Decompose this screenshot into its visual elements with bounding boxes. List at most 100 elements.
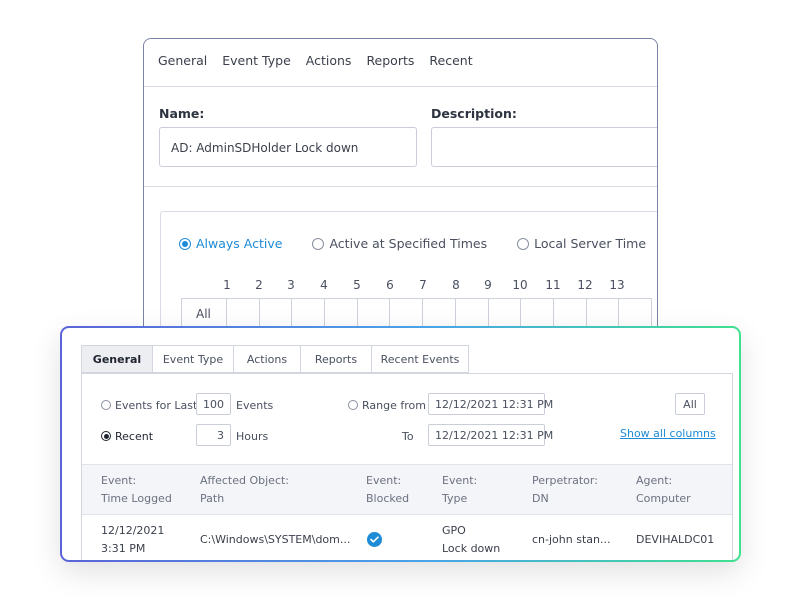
description-input[interactable] bbox=[431, 127, 657, 167]
recent-hours-input[interactable]: 3 bbox=[196, 424, 231, 446]
hour-cell[interactable] bbox=[356, 299, 390, 329]
events-unit-label: Events bbox=[236, 399, 274, 412]
range-to-input[interactable]: 12/12/2021 12:31 PM bbox=[428, 424, 553, 446]
schedule-box: Always Active Active at Specified Times … bbox=[160, 211, 657, 337]
hour-label: 2 bbox=[255, 278, 263, 292]
column-header-line: Blocked bbox=[366, 492, 410, 505]
radio-local-server-time[interactable]: Local Server Time bbox=[517, 236, 646, 251]
cell-line: 3:31 PM bbox=[101, 542, 146, 555]
column-header-computer[interactable]: Agent: Computer bbox=[636, 472, 691, 508]
front-tab-actions[interactable]: Actions bbox=[234, 345, 301, 373]
cell-line: GPO bbox=[442, 524, 466, 537]
hour-cell[interactable] bbox=[258, 299, 292, 329]
hour-cell[interactable] bbox=[389, 299, 422, 329]
column-header-line: Time Logged bbox=[101, 492, 172, 505]
cell-perpetrator: cn-john stan... bbox=[532, 533, 611, 546]
to-label: To bbox=[402, 430, 414, 443]
radio-empty-icon bbox=[348, 400, 358, 410]
front-tab-reports[interactable]: Reports bbox=[301, 345, 372, 373]
column-header-line: Perpetrator: bbox=[532, 474, 598, 487]
show-all-columns-link[interactable]: Show all columns bbox=[620, 427, 716, 440]
all-button[interactable]: All bbox=[675, 393, 705, 415]
cell-path: C:\Windows\SYSTEM\dom... bbox=[200, 533, 351, 546]
cell-event-type: GPO Lock down bbox=[442, 522, 500, 558]
column-header-path[interactable]: Affected Object: Path bbox=[200, 472, 289, 508]
hour-label: 12 bbox=[577, 278, 593, 292]
column-header-blocked[interactable]: Event: Blocked bbox=[366, 472, 409, 508]
back-tab-actions[interactable]: Actions bbox=[306, 53, 352, 68]
hour-label: 1 bbox=[223, 278, 231, 292]
column-header-line: DN bbox=[532, 492, 549, 505]
events-count-input[interactable]: 100 bbox=[196, 393, 231, 415]
back-tab-event-type[interactable]: Event Type bbox=[222, 53, 291, 68]
column-header-line: Event: bbox=[101, 474, 137, 487]
hour-label: 7 bbox=[419, 278, 427, 292]
column-header-perpetrator[interactable]: Perpetrator: DN bbox=[532, 472, 598, 508]
hour-label: 4 bbox=[320, 278, 328, 292]
back-tab-divider bbox=[144, 86, 657, 87]
hour-cell[interactable] bbox=[618, 299, 651, 329]
radio-always-active[interactable]: Always Active bbox=[179, 236, 282, 251]
column-header-time[interactable]: Event: Time Logged bbox=[101, 472, 172, 508]
hour-cell[interactable] bbox=[422, 299, 455, 329]
radio-empty-icon bbox=[312, 237, 325, 250]
back-tab-bar: General Event Type Actions Reports Recen… bbox=[158, 53, 473, 68]
column-header-line: Computer bbox=[636, 492, 691, 505]
range-from-label: Range from bbox=[362, 399, 426, 412]
hours-unit-label: Hours bbox=[236, 430, 269, 443]
hour-label: 3 bbox=[287, 278, 295, 292]
front-panel-body: Events for Last 100 Events Range from 12… bbox=[81, 373, 733, 560]
front-tab-general[interactable]: General bbox=[81, 345, 153, 373]
hour-label: 5 bbox=[353, 278, 361, 292]
cell-line: Lock down bbox=[442, 542, 501, 555]
cell-computer: DEVIHALDC01 bbox=[636, 533, 715, 546]
hour-label: 8 bbox=[452, 278, 460, 292]
column-header-line: Event: bbox=[442, 474, 478, 487]
radio-empty-icon bbox=[101, 400, 111, 410]
radio-selected-icon bbox=[179, 237, 191, 250]
radio-specified-times[interactable]: Active at Specified Times bbox=[312, 236, 487, 251]
recent-label: Recent bbox=[115, 430, 154, 443]
radio-specified-times-label: Active at Specified Times bbox=[329, 236, 488, 251]
hour-cell[interactable] bbox=[324, 299, 357, 329]
cell-line: 12/12/2021 bbox=[101, 524, 165, 537]
hour-cell[interactable] bbox=[454, 299, 488, 329]
range-from-radio[interactable]: Range from bbox=[348, 399, 426, 412]
hour-all-cell[interactable]: All bbox=[182, 299, 226, 329]
back-tab-reports[interactable]: Reports bbox=[366, 53, 414, 68]
hour-cell[interactable] bbox=[520, 299, 553, 329]
radio-selected-icon bbox=[101, 431, 111, 441]
radio-local-server-time-label: Local Server Time bbox=[534, 236, 647, 251]
front-tab-event-type[interactable]: Event Type bbox=[153, 345, 234, 373]
column-header-type[interactable]: Event: Type bbox=[442, 472, 477, 508]
hour-label: 13 bbox=[609, 278, 625, 292]
front-panel-gradient-frame: General Event Type Actions Reports Recen… bbox=[60, 326, 741, 562]
back-tab-general[interactable]: General bbox=[158, 53, 207, 68]
cell-time-logged: 12/12/2021 3:31 PM bbox=[101, 522, 164, 558]
front-tab-recent-events[interactable]: Recent Events bbox=[372, 345, 469, 373]
radio-always-active-label: Always Active bbox=[196, 236, 283, 251]
name-input[interactable]: AD: AdminSDHolder Lock down bbox=[159, 127, 417, 167]
recent-radio[interactable]: Recent bbox=[101, 430, 153, 443]
hour-label: 9 bbox=[484, 278, 492, 292]
hour-cell[interactable] bbox=[226, 299, 259, 329]
back-panel: General Event Type Actions Reports Recen… bbox=[143, 38, 658, 338]
column-header-line: Type bbox=[442, 492, 468, 505]
check-circle-icon bbox=[367, 532, 382, 547]
column-header-line: Affected Object: bbox=[200, 474, 290, 487]
name-label: Name: bbox=[159, 106, 205, 121]
table-header: Event: Time Logged Affected Object: Path… bbox=[82, 464, 732, 515]
back-tab-recent[interactable]: Recent bbox=[429, 53, 472, 68]
hour-cell[interactable] bbox=[552, 299, 586, 329]
front-tab-bar: General Event Type Actions Reports Recen… bbox=[81, 345, 469, 373]
column-header-line: Agent: bbox=[636, 474, 673, 487]
range-from-input[interactable]: 12/12/2021 12:31 PM bbox=[428, 393, 553, 415]
hour-cell[interactable] bbox=[487, 299, 521, 329]
events-for-last-radio[interactable]: Events for Last bbox=[101, 399, 197, 412]
events-for-last-label: Events for Last bbox=[115, 399, 198, 412]
hour-cell[interactable] bbox=[291, 299, 324, 329]
front-panel: General Event Type Actions Reports Recen… bbox=[62, 328, 739, 560]
hour-cell[interactable] bbox=[585, 299, 619, 329]
section-divider bbox=[144, 186, 657, 187]
description-label: Description: bbox=[431, 106, 517, 121]
